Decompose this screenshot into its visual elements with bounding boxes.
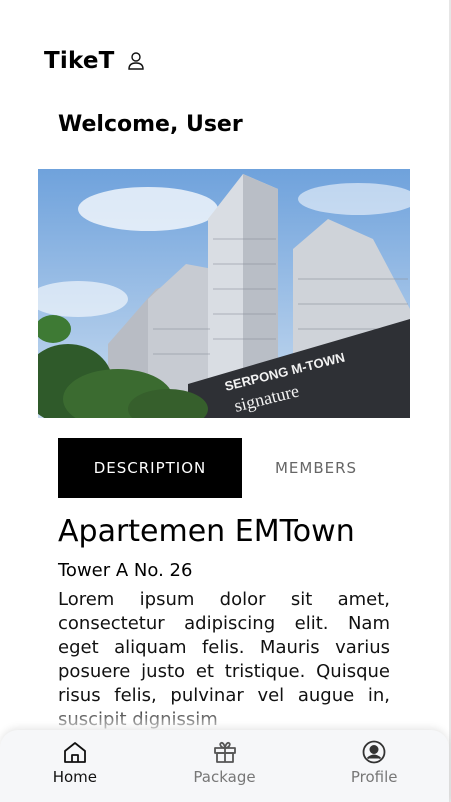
nav-home-label: Home <box>52 768 97 786</box>
bottom-nav: Home Package Profile <box>0 730 449 802</box>
property-photo: SERPONG M-TOWN signature <box>38 169 410 418</box>
gift-icon <box>212 740 238 764</box>
user-icon[interactable] <box>127 51 145 71</box>
nav-profile-label: Profile <box>350 768 398 786</box>
welcome-heading: Welcome, User <box>58 112 243 137</box>
tab-members[interactable]: MEMBERS <box>242 438 390 498</box>
property-name: Apartemen EMTown <box>58 514 355 549</box>
nav-home[interactable]: Home <box>0 730 150 802</box>
nav-package[interactable]: Package <box>150 730 300 802</box>
brand-name: TikeT <box>44 48 115 74</box>
tab-bar: DESCRIPTION MEMBERS <box>58 438 390 498</box>
nav-profile[interactable]: Profile <box>299 730 449 802</box>
scroll-fade <box>0 706 449 732</box>
tab-description[interactable]: DESCRIPTION <box>58 438 242 498</box>
nav-package-label: Package <box>193 768 256 786</box>
home-icon <box>62 740 88 764</box>
header: TikeT <box>44 48 145 74</box>
profile-icon <box>361 740 387 764</box>
property-unit: Tower A No. 26 <box>58 560 193 581</box>
